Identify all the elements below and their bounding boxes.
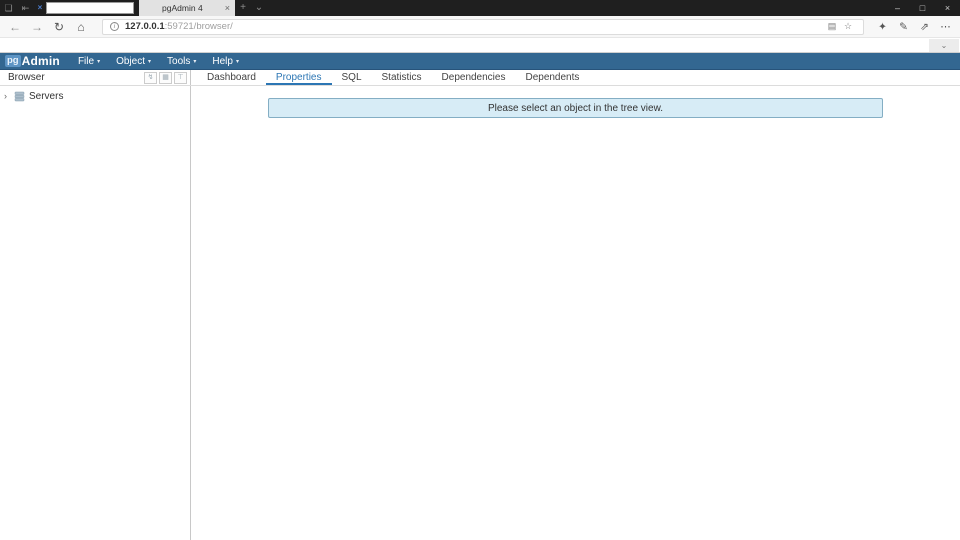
detail-tabs: Dashboard Properties SQL Statistics Depe… <box>191 70 589 85</box>
menu-object[interactable]: Object ▾ <box>108 53 159 69</box>
tab-dependents[interactable]: Dependents <box>515 70 589 85</box>
forward-button[interactable]: → <box>26 17 48 37</box>
browser-panel-toolbar: ↯ ▦ ⊤ <box>142 72 187 84</box>
caret-down-icon: ▾ <box>193 58 196 65</box>
menu-object-label: Object <box>116 56 145 67</box>
browser-tab-pgadmin[interactable]: pgAdmin 4 × <box>139 0 235 16</box>
url-path: :59721/browser/ <box>165 21 233 32</box>
chevron-right-icon[interactable]: › <box>4 89 13 103</box>
more-options-icon[interactable]: ⋯ <box>935 17 956 37</box>
favorites-bar: ⌄ <box>0 38 960 53</box>
tree-item-servers[interactable]: › Servers <box>0 89 190 103</box>
pgadmin-navbar: pg Admin File ▾ Object ▾ Tools ▾ Help ▾ <box>0 53 960 70</box>
info-alert-message: Please select an object in the tree view… <box>488 103 663 114</box>
home-button[interactable]: ⌂ <box>70 17 92 37</box>
tab-close-icon[interactable]: × <box>221 3 230 13</box>
browser-panel-title: Browser <box>8 72 45 83</box>
caret-down-icon: ▾ <box>236 58 239 65</box>
minimize-button[interactable]: – <box>885 0 910 16</box>
browser-tab-title: pgAdmin 4 <box>144 3 221 13</box>
reading-view-icon[interactable]: ▤ <box>824 21 840 32</box>
refresh-button[interactable]: ↻ <box>48 17 70 37</box>
browser-tree-panel: › Servers <box>0 86 190 540</box>
url-text: 127.0.0.1:59721/browser/ <box>125 21 233 32</box>
tab-statistics[interactable]: Statistics <box>372 70 432 85</box>
pgadmin-logo: pg Admin <box>5 54 60 68</box>
main-panel: Please select an object in the tree view… <box>191 86 960 540</box>
menu-help[interactable]: Help ▾ <box>204 53 247 69</box>
server-group-icon <box>14 91 25 102</box>
info-alert: Please select an object in the tree view… <box>268 98 883 118</box>
menu-tools[interactable]: Tools ▾ <box>159 53 204 69</box>
tree-item-label: Servers <box>29 91 63 102</box>
browser-panel-header: Browser ↯ ▦ ⊤ <box>0 70 191 85</box>
favorites-overflow-chevron-icon[interactable]: ⌄ <box>929 39 959 52</box>
caret-down-icon: ▾ <box>148 58 151 65</box>
menu-file-label: File <box>78 56 94 67</box>
tab-properties[interactable]: Properties <box>266 70 332 85</box>
menu-file[interactable]: File ▾ <box>70 53 108 69</box>
caret-down-icon: ▾ <box>97 58 100 65</box>
web-note-pen-icon[interactable]: ✎ <box>893 17 914 37</box>
tree-filter-button[interactable]: ⊤ <box>174 72 187 84</box>
browser-titlebar: ❏ ⇤ × pgAdmin 4 × + ⌄ – □ × <box>0 0 960 16</box>
header-row: Browser ↯ ▦ ⊤ Dashboard Properties SQL S… <box>0 70 960 86</box>
address-bar[interactable]: i 127.0.0.1:59721/browser/ ▤ ☆ <box>102 19 864 35</box>
titlebar-search-input[interactable] <box>46 2 134 14</box>
hub-favorites-icon[interactable]: ✦ <box>872 17 893 37</box>
add-favorite-star-icon[interactable]: ☆ <box>840 21 856 32</box>
menu-tools-label: Tools <box>167 56 190 67</box>
tab-sql[interactable]: SQL <box>332 70 372 85</box>
browser-toolbar: ← → ↻ ⌂ i 127.0.0.1:59721/browser/ ▤ ☆ ✦… <box>0 16 960 38</box>
pgadmin-logo-badge: pg <box>5 55 21 67</box>
tree-layout-button[interactable]: ▦ <box>159 72 172 84</box>
tab-dashboard[interactable]: Dashboard <box>197 70 266 85</box>
url-host: 127.0.0.1 <box>125 21 165 32</box>
set-tabs-aside-icon[interactable]: ⇤ <box>17 0 34 16</box>
tabs-set-aside-icon[interactable]: ❏ <box>0 0 17 16</box>
maximize-button[interactable]: □ <box>910 0 935 16</box>
titlebar-favicon-icon: × <box>34 0 46 16</box>
tab-preview-chevron-icon[interactable]: ⌄ <box>251 0 267 16</box>
new-tab-button[interactable]: + <box>235 0 251 16</box>
site-info-icon[interactable]: i <box>110 22 119 31</box>
back-button[interactable]: ← <box>4 17 26 37</box>
share-icon[interactable]: ⇗ <box>914 17 935 37</box>
tab-dependencies[interactable]: Dependencies <box>432 70 516 85</box>
window-controls: – □ × <box>885 0 960 16</box>
pgadmin-logo-text: Admin <box>22 54 60 68</box>
close-window-button[interactable]: × <box>935 0 960 16</box>
tree-refresh-button[interactable]: ↯ <box>144 72 157 84</box>
toolbar-right-icons: ✦ ✎ ⇗ ⋯ <box>872 17 956 37</box>
content-area: › Servers Please select an object in the… <box>0 86 960 540</box>
menu-help-label: Help <box>212 56 233 67</box>
